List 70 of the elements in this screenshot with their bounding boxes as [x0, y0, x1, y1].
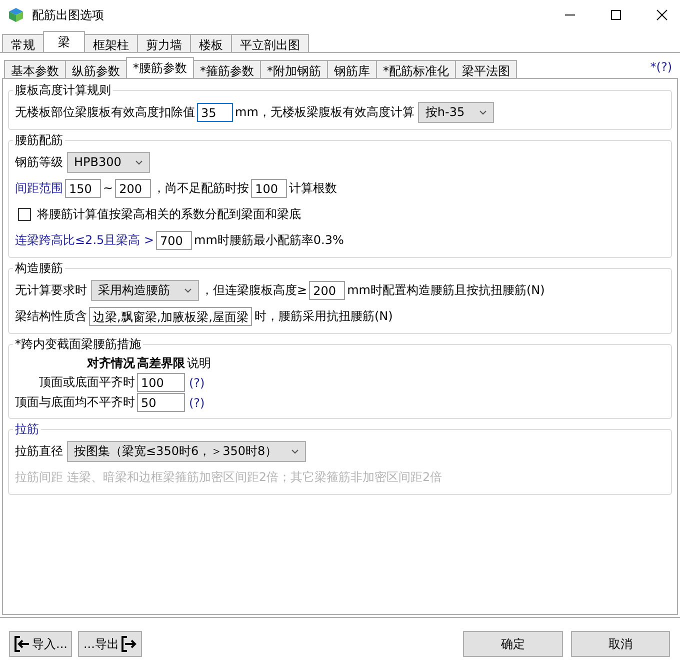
label: 无楼板部位梁腹板有效高度扣除值: [15, 104, 195, 120]
label: 梁结构性质含: [15, 308, 87, 324]
group-title: 腹板高度计算规则: [14, 82, 112, 99]
chevron-down-icon: [184, 288, 192, 292]
label: mm时配置构造腰筋且按抗扭腰筋(N): [347, 282, 545, 298]
input-field[interactable]: 200: [309, 280, 346, 300]
input-field[interactable]: 35: [197, 102, 233, 122]
label: ，但连梁腹板高度≥: [201, 282, 308, 298]
ok-button[interactable]: 确定: [463, 631, 563, 657]
close-icon[interactable]: [656, 9, 668, 21]
help-link[interactable]: (?): [187, 396, 211, 410]
tab[interactable]: 常规: [2, 34, 44, 52]
label: 无计算要求时: [15, 282, 87, 298]
tab[interactable]: 钢筋库: [327, 60, 377, 78]
dropdown[interactable]: 按h-35: [418, 102, 494, 122]
group-title: 腰筋配筋: [14, 132, 64, 149]
input-field[interactable]: 100: [137, 373, 185, 392]
dropdown[interactable]: 采用构造腰筋: [91, 280, 199, 300]
tab[interactable]: 楼板: [190, 34, 232, 52]
row-label: 顶面或底面平齐时: [39, 374, 135, 391]
dropdown[interactable]: 按图集（梁宽≤350时6，＞350时8）: [67, 440, 306, 462]
input-field[interactable]: 50: [137, 393, 185, 412]
input-field[interactable]: 200: [115, 178, 152, 198]
tab[interactable]: *配筋标准化: [376, 60, 456, 78]
checkbox[interactable]: [18, 208, 31, 220]
chevron-down-icon: [478, 110, 487, 114]
input-field[interactable]: 150: [65, 178, 101, 198]
label: mm，无楼板梁腹板有效高度计算: [235, 104, 414, 120]
column-header: 对齐情况: [87, 355, 135, 372]
label: 计算根数: [289, 180, 338, 196]
chevron-down-icon: [135, 160, 144, 164]
group-title: *跨内变截面梁腰筋措施: [14, 336, 142, 353]
label: mm时腰筋最小配筋率0.3%: [194, 232, 344, 248]
input-field[interactable]: 700: [156, 230, 192, 250]
label: 连梁跨高比≤2.5且梁高 >: [15, 232, 154, 248]
label: 间距范围: [15, 180, 63, 196]
import-icon: [14, 635, 30, 653]
app-icon: [8, 7, 24, 23]
window-title: 配筋出图选项: [32, 6, 104, 24]
export-icon: [120, 635, 137, 653]
column-header: 高差界限: [137, 355, 185, 372]
label: 拉筋直径: [15, 442, 63, 460]
help-link[interactable]: *(?): [650, 60, 678, 74]
export-button[interactable]: ...导出: [78, 631, 142, 657]
row-label: 顶面与底面均不平齐时: [15, 394, 135, 411]
tab[interactable]: *箍筋参数: [193, 60, 261, 78]
label: ~: [103, 181, 114, 195]
tab[interactable]: *附加钢筋: [260, 60, 328, 78]
tab[interactable]: 基本参数: [4, 60, 66, 78]
label: 时，腰筋采用抗扭腰筋(N): [254, 308, 393, 324]
maximize-icon[interactable]: [610, 9, 622, 21]
import-button[interactable]: 导入...: [9, 631, 72, 657]
group-title: 拉筋: [14, 421, 40, 438]
checkbox-label[interactable]: 将腰筋计算值按梁高相关的系数分配到梁面和梁底: [37, 206, 301, 222]
tab[interactable]: 剪力墙: [137, 34, 191, 52]
help-link[interactable]: (?): [187, 376, 211, 390]
column-header: 说明: [187, 355, 211, 372]
input-field[interactable]: 100: [251, 178, 288, 198]
tab[interactable]: 框架柱: [84, 34, 138, 52]
label: 钢筋等级: [15, 154, 63, 170]
tab[interactable]: 梁平法图: [455, 60, 517, 78]
group-title: 构造腰筋: [14, 260, 64, 277]
chevron-down-icon: [291, 448, 300, 454]
dropdown[interactable]: HPB300: [67, 152, 150, 172]
label: 拉筋间距 连梁、暗梁和边框梁箍筋加密区间距2倍；其它梁箍筋非加密区间距2倍: [15, 468, 442, 486]
input-field[interactable]: 边梁,飘窗梁,加腋板梁,屋面梁: [89, 306, 252, 326]
label: ，尚不足配筋时按: [153, 180, 250, 196]
tab[interactable]: 平立剖出图: [231, 34, 309, 52]
cancel-button[interactable]: 取消: [571, 631, 670, 657]
tab[interactable]: 纵筋参数: [65, 60, 127, 78]
